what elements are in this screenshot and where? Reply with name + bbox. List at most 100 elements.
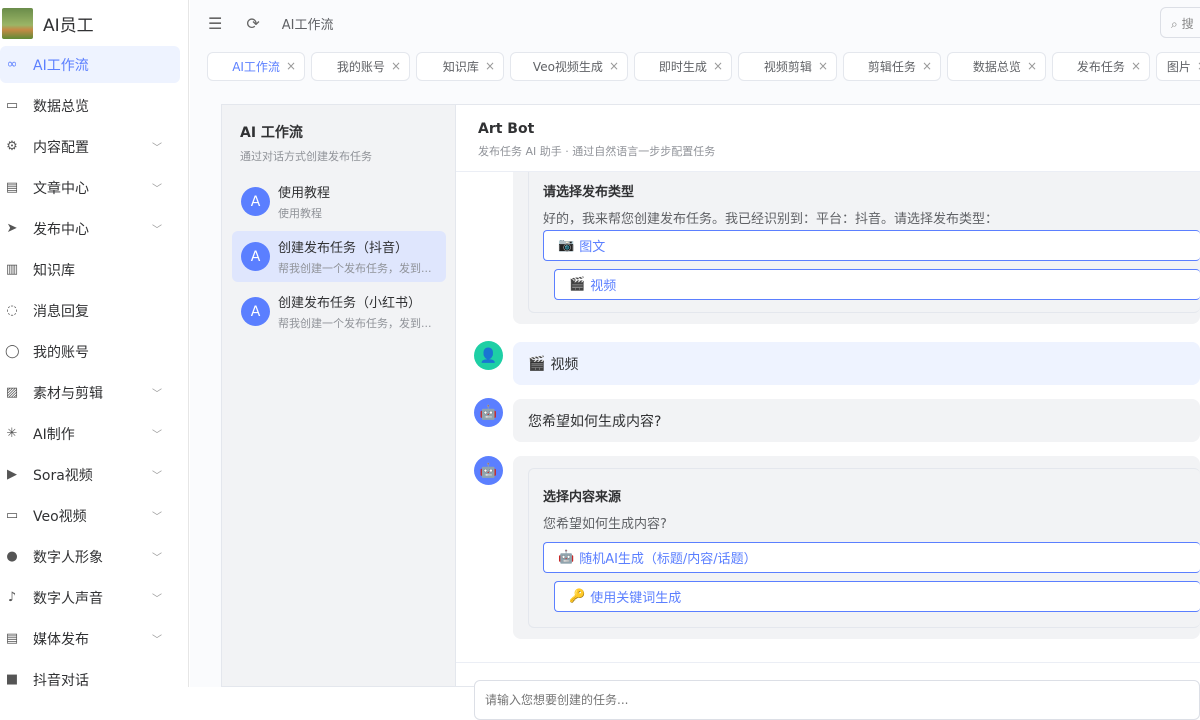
app-title: AI员工 — [43, 15, 94, 36]
sidebar-item-0[interactable]: ∞ AI工作流 — [0, 46, 180, 83]
chevron-down-icon: ﹀ — [152, 553, 162, 564]
robot-icon: 🤖 — [558, 550, 575, 565]
avatar: A — [241, 242, 270, 271]
sidebar-item-label: 数据总览 — [33, 98, 89, 115]
sidebar-item-13[interactable]: ♪ 数字人声音 ﹀ — [0, 579, 180, 616]
sidebar-item-11[interactable]: ▭ Veo视频 ﹀ — [0, 497, 180, 534]
sidebar-item-2[interactable]: ⚙ 内容配置 ﹀ — [0, 128, 180, 165]
main-area: AI 工作流 通过对话方式创建发布任务 A 使用教程 使用教程 A 创建发布任务（抖音）… — [190, 86, 1200, 720]
tab-4[interactable]: 即时生成 × — [634, 51, 732, 81]
sidebar-item-label: 文章中心 — [33, 180, 89, 197]
conversation-item[interactable]: A 创建发布任务（抖音） 帮我创建一个发布任务，发到... — [232, 231, 446, 282]
conversation-item[interactable]: A 使用教程 使用教程 — [232, 176, 446, 227]
dark-icon: ■ — [5, 672, 19, 687]
close-icon[interactable]: × — [818, 59, 828, 73]
message-icon: ◌ — [6, 303, 18, 318]
conversation-subtitle: 帮我创建一个发布任务，发到... — [278, 262, 432, 275]
topbar: ☰ ⟳ AI工作流 ⌕ 搜 — [190, 0, 1200, 46]
publish-type-card: 请选择发布类型 好的，我来帮您创建发布任务。我已经识别到：平台：抖音。请选择发布… — [528, 172, 1200, 313]
content-source-card: 选择内容来源 您希望如何生成内容? 🤖 随机AI生成（标题/内容/话题） 🔑 使用关… — [528, 468, 1200, 628]
sidebar: AI员工 ∞ AI工作流 ▭ 数据总览 ⚙ 内容配置 ﹀ ▤ 文章中心 ﹀ ➤ 发布中心 ﹀ ▥ 知识库 ◌ 消… — [0, 0, 189, 689]
chat-input[interactable] — [474, 680, 1200, 720]
send-icon: ➤ — [6, 221, 18, 236]
close-icon[interactable]: × — [485, 59, 495, 73]
sidebar-item-6[interactable]: ◌ 消息回复 — [0, 292, 180, 329]
book-icon: ▥ — [5, 262, 19, 277]
breadcrumb: AI工作流 — [281, 17, 334, 33]
sidebar-item-1[interactable]: ▭ 数据总览 — [0, 87, 180, 124]
document-icon: ▤ — [5, 180, 19, 195]
gear-icon: ⚙ — [6, 139, 18, 154]
play-icon: ▶ — [7, 467, 17, 482]
close-icon[interactable]: × — [1131, 59, 1141, 73]
search-input[interactable]: ⌕ 搜 — [1160, 7, 1200, 38]
chevron-down-icon: ﹀ — [152, 430, 162, 441]
close-icon[interactable]: × — [1027, 59, 1037, 73]
tab-1[interactable]: 我的账号 × — [311, 51, 410, 81]
menu-toggle-icon[interactable]: ☰ — [208, 14, 222, 33]
refresh-icon[interactable]: ⟳ — [246, 14, 259, 33]
option-video-button[interactable]: 🎬 视频 — [554, 269, 1200, 300]
tab-0[interactable]: AI工作流 × — [207, 51, 305, 81]
tab-5[interactable]: 视频剪辑 × — [738, 51, 837, 81]
close-icon[interactable]: × — [609, 59, 619, 73]
document-icon: ▤ — [5, 631, 19, 646]
chat-panel: Art Bot 发布任务 AI 助手 · 通过自然语言一步步配置任务 请选择发布… — [455, 104, 1200, 720]
chevron-down-icon: ﹀ — [152, 225, 162, 236]
sidebar-item-5[interactable]: ▥ 知识库 — [0, 251, 180, 288]
sidebar-item-label: Veo视频 — [33, 508, 87, 525]
tab-9[interactable]: 图片× — [1156, 51, 1200, 81]
chevron-down-icon: ﹀ — [152, 471, 162, 482]
sidebar-item-label: Sora视频 — [33, 467, 93, 484]
sidebar-item-label: 我的账号 — [33, 344, 89, 361]
sidebar-item-4[interactable]: ➤ 发布中心 ﹀ — [0, 210, 180, 247]
tab-7[interactable]: 数据总览 × — [947, 51, 1046, 81]
conversation-subtitle: 帮我创建一个发布任务，发到... — [278, 317, 432, 330]
sidebar-item-7[interactable]: ◯ 我的账号 — [0, 333, 180, 370]
card-text: 好的，我来帮您创建发布任务。我已经识别到：平台：抖音。请选择发布类型： — [543, 212, 999, 227]
sidebar-item-12[interactable]: ● 数字人形象 ﹀ — [0, 538, 180, 575]
sidebar-item-9[interactable]: ✳ AI制作 ﹀ — [0, 415, 180, 452]
sidebar-item-label: 内容配置 — [33, 139, 89, 156]
conversation-title: 使用教程 — [278, 186, 331, 201]
tab-6[interactable]: 剪辑任务 × — [843, 51, 941, 81]
camera-icon: 📷 — [558, 238, 575, 253]
sidebar-item-15[interactable]: ■ 抖音对话 — [0, 661, 180, 698]
close-icon[interactable]: × — [391, 59, 401, 73]
conversation-item[interactable]: A 创建发布任务（小红书） 帮我创建一个发布任务，发到... — [232, 286, 446, 337]
clapper-icon: 🎬 — [569, 277, 586, 292]
option-image-text-button[interactable]: 📷 图文 — [543, 230, 1200, 261]
conversation-subtitle: 使用教程 — [278, 207, 322, 220]
sidebar-item-label: 媒体发布 — [33, 631, 89, 648]
clapper-icon: 🎬 — [528, 355, 546, 372]
chevron-down-icon: ﹀ — [152, 594, 162, 605]
panel-subtitle: 通过对话方式创建发布任务 — [240, 150, 372, 163]
tab-3[interactable]: Veo视频生成 × — [510, 51, 628, 81]
person-icon: ● — [6, 549, 18, 564]
option-keyword-button[interactable]: 🔑 使用关键词生成 — [554, 581, 1200, 612]
sidebar-item-3[interactable]: ▤ 文章中心 ﹀ — [0, 169, 180, 206]
sidebar-item-label: 数字人形象 — [33, 549, 103, 566]
message-list[interactable]: 请选择发布类型 好的，我来帮您创建发布任务。我已经识别到：平台：抖音。请选择发布… — [456, 172, 1200, 662]
sidebar-item-10[interactable]: ▶ Sora视频 ﹀ — [0, 456, 180, 493]
bot-avatar: 🤖 — [474, 456, 503, 485]
close-icon[interactable]: × — [286, 59, 296, 73]
chat-title: Art Bot — [478, 121, 535, 137]
chevron-down-icon: ﹀ — [152, 635, 162, 646]
sidebar-item-14[interactable]: ▤ 媒体发布 ﹀ — [0, 620, 180, 657]
close-icon[interactable]: × — [922, 59, 932, 73]
close-icon[interactable]: × — [713, 59, 723, 73]
tab-2[interactable]: 知识库 × — [416, 51, 504, 81]
sparkle-icon: ✳ — [6, 426, 18, 441]
video-icon: ▭ — [5, 508, 19, 523]
avatar: A — [241, 297, 270, 326]
sidebar-item-label: 数字人声音 — [33, 590, 103, 607]
avatar: A — [241, 187, 270, 216]
chat-header: Art Bot 发布任务 AI 助手 · 通过自然语言一步步配置任务 — [456, 105, 1200, 172]
sidebar-item-8[interactable]: ▨ 素材与剪辑 ﹀ — [0, 374, 180, 411]
option-random-ai-button[interactable]: 🤖 随机AI生成（标题/内容/话题） — [543, 542, 1200, 573]
tab-8[interactable]: 发布任务 × — [1052, 51, 1150, 81]
bot-message: 您希望如何生成内容? — [513, 399, 1200, 442]
card-title: 选择内容来源 — [543, 490, 622, 505]
search-icon: ⌕ — [1171, 17, 1178, 31]
